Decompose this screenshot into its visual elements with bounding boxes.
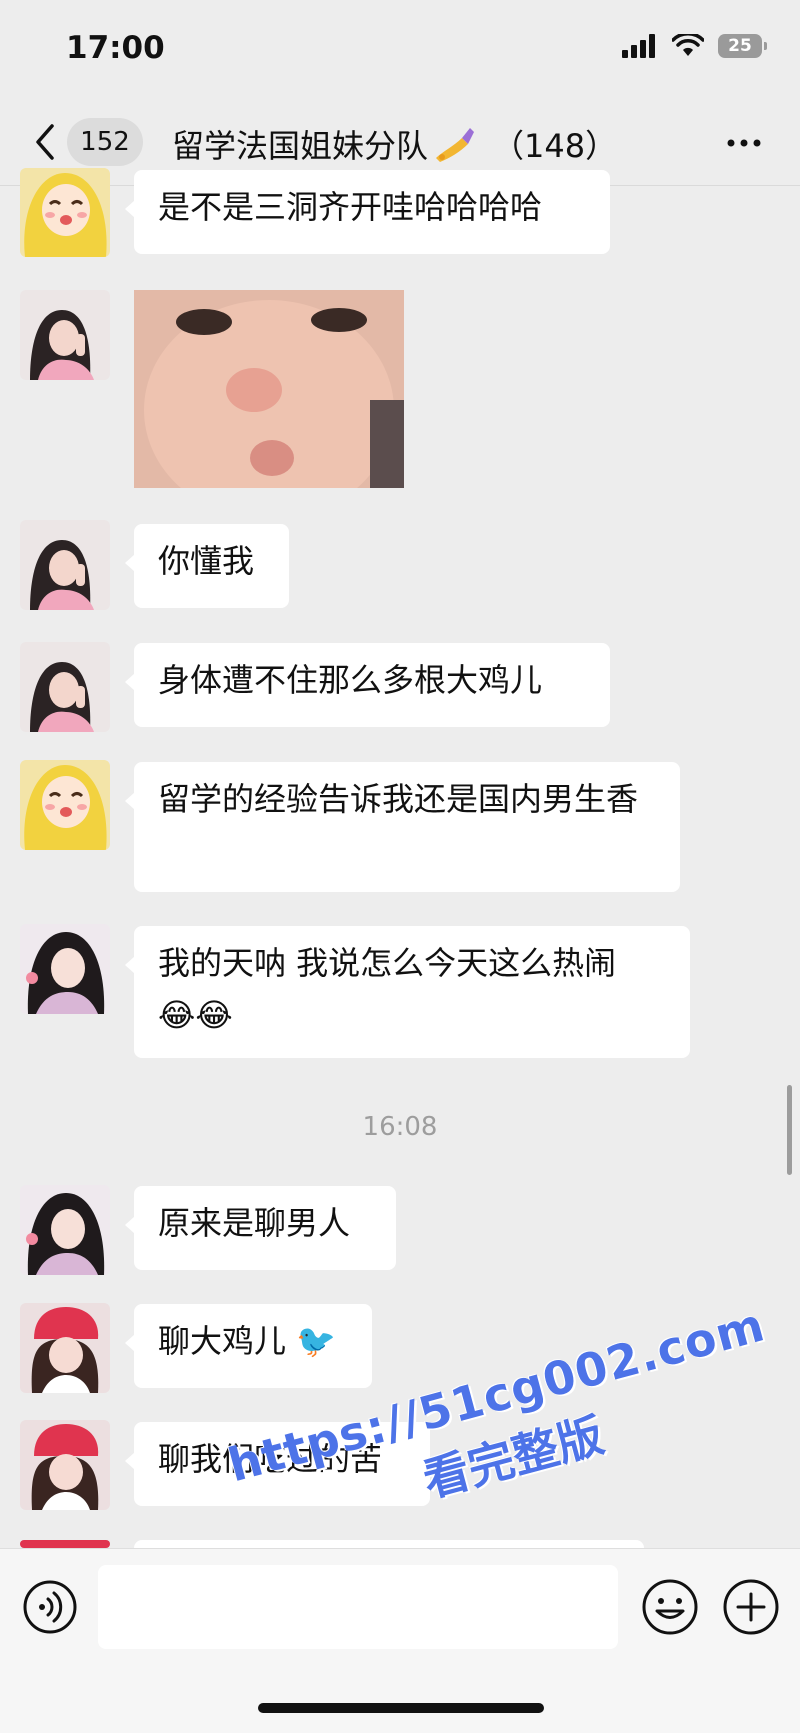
- more-options-icon[interactable]: [724, 128, 764, 158]
- message-bubble[interactable]: 身体遭不住那么多根大鸡儿: [125, 643, 610, 727]
- status-icons: 25: [622, 34, 767, 58]
- home-indicator[interactable]: [258, 1703, 544, 1713]
- girl-red-beanie-avatar: [20, 1420, 110, 1510]
- girl-pink-sweater-avatar: [20, 290, 110, 380]
- input-bar: [0, 1548, 800, 1733]
- girl-pink-sweater-avatar: [20, 642, 110, 732]
- avatar[interactable]: [20, 290, 110, 380]
- message-bubble[interactable]: 你懂我: [125, 524, 289, 608]
- girl-red-beanie-avatar: [20, 1303, 110, 1393]
- cartoon-blonde-girl-avatar: [20, 168, 110, 257]
- cartoon-blonde-girl-avatar: [20, 760, 110, 850]
- avatar[interactable]: [20, 924, 110, 1014]
- back-chevron-icon[interactable]: [30, 122, 60, 162]
- emoji-icon[interactable]: [641, 1578, 699, 1636]
- sticker-image[interactable]: [134, 290, 404, 488]
- message-bubble-partial[interactable]: [134, 1540, 644, 1548]
- avatar[interactable]: [20, 642, 110, 732]
- message-text: 我的天呐 我说怎么今天这么热闹: [158, 944, 617, 982]
- bird-emoji: 🐦: [296, 1322, 337, 1360]
- member-count: （148）: [492, 127, 618, 165]
- unread-count-badge[interactable]: 152: [67, 118, 143, 166]
- group-title[interactable]: 留学法国姐妹分队 （148）: [172, 121, 617, 167]
- message-bubble[interactable]: 是不是三洞齐开哇哈哈哈哈: [125, 170, 610, 254]
- signal-icon: [622, 34, 655, 58]
- emoji-laughing: 😂😂: [158, 996, 233, 1034]
- girl-floral-dress-avatar: [20, 1185, 110, 1275]
- message-bubble[interactable]: 我的天呐 我说怎么今天这么热闹 😂😂: [125, 926, 690, 1058]
- avatar[interactable]: [20, 520, 110, 610]
- girl-floral-dress-avatar: [20, 924, 110, 1014]
- status-bar: 17:00 25: [0, 0, 800, 100]
- avatar[interactable]: [20, 1303, 110, 1393]
- wifi-icon: [672, 34, 704, 56]
- scrollbar[interactable]: [787, 1085, 792, 1175]
- message-input[interactable]: [98, 1565, 618, 1649]
- chat-screen: 17:00 25 152 留学法国姐妹分队 （148） 是不是三洞齐开哇哈哈哈哈…: [0, 0, 800, 1733]
- more-functions-plus-icon[interactable]: [722, 1578, 780, 1636]
- girl-pink-sweater-avatar: [20, 520, 110, 610]
- nail-polish-icon: [436, 128, 475, 162]
- battery-icon: 25: [718, 34, 767, 58]
- message-bubble[interactable]: 原来是聊男人: [125, 1186, 396, 1270]
- message-bubble[interactable]: 聊大鸡儿 🐦: [125, 1304, 372, 1388]
- message-bubble[interactable]: 聊我们吃过的苦: [125, 1422, 430, 1506]
- avatar[interactable]: [20, 1540, 110, 1548]
- avatar[interactable]: [20, 1420, 110, 1510]
- avatar[interactable]: [20, 168, 110, 257]
- group-name: 留学法国姐妹分队: [172, 127, 429, 165]
- voice-input-icon[interactable]: [22, 1579, 78, 1635]
- status-time: 17:00: [66, 30, 165, 66]
- avatar[interactable]: [20, 760, 110, 850]
- crying-baby-sticker: [134, 290, 404, 488]
- message-bubble[interactable]: 留学的经验告诉我还是国内男生香: [125, 762, 680, 892]
- avatar[interactable]: [20, 1185, 110, 1275]
- message-text: 聊大鸡儿: [158, 1322, 287, 1360]
- chat-timestamp: 16:08: [362, 1112, 438, 1142]
